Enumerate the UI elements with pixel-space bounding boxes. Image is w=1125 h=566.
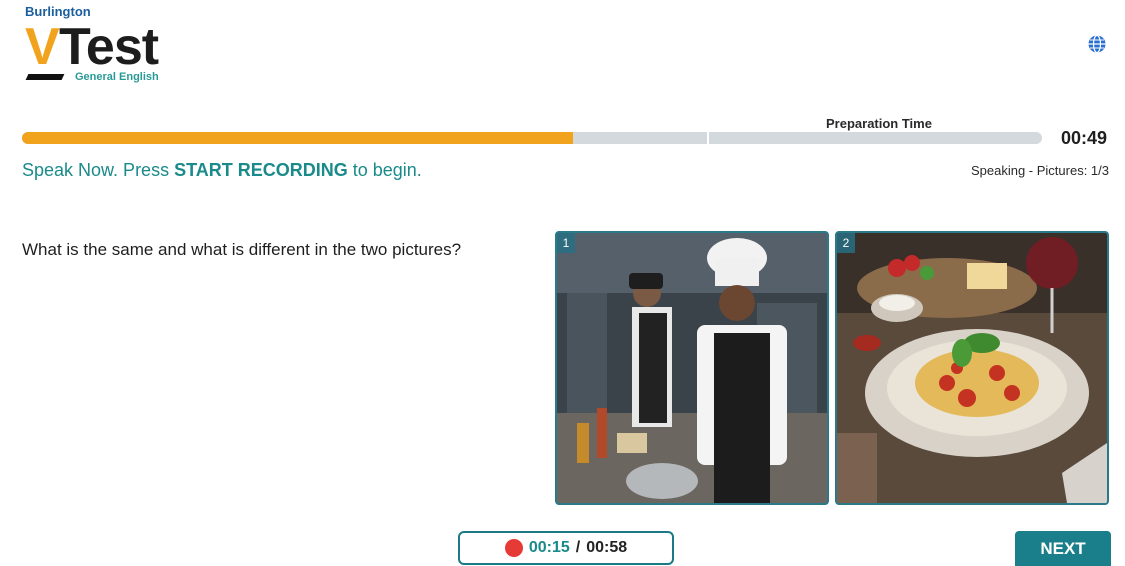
recording-separator: / xyxy=(575,539,581,556)
picture-2: 2 xyxy=(835,231,1109,505)
instruction-suffix: to begin. xyxy=(347,160,422,180)
progress-divider xyxy=(707,132,709,144)
instruction-action: START RECORDING xyxy=(174,160,348,180)
preparation-timer: 00:49 xyxy=(1061,128,1108,148)
recording-timer[interactable]: 00:15 / 00:58 xyxy=(458,531,674,565)
picture-2-number: 2 xyxy=(837,233,855,253)
recording-elapsed: 00:15 xyxy=(528,539,570,556)
record-dot-icon xyxy=(504,539,523,557)
picture-1-number: 1 xyxy=(557,233,575,253)
logo-subtitle: General English xyxy=(75,71,159,83)
instruction-text: Speak Now. Press START RECORDING to begi… xyxy=(22,160,422,181)
vtest-logo: Burlington V Test General English xyxy=(25,4,185,84)
globe-icon[interactable] xyxy=(1087,34,1107,54)
picture-1: 1 xyxy=(555,231,829,505)
next-button[interactable]: NEXT xyxy=(1015,531,1111,566)
logo-v: V xyxy=(25,18,60,76)
logo-dash xyxy=(25,74,65,80)
preparation-progress-bar xyxy=(22,132,1042,144)
logo-test: Test xyxy=(59,18,159,76)
question-text: What is the same and what is different i… xyxy=(22,240,462,259)
recording-total: 00:58 xyxy=(586,539,628,556)
progress-fill xyxy=(22,132,573,144)
logo-brand: Burlington xyxy=(25,4,91,19)
preparation-time-label: Preparation Time xyxy=(826,116,932,131)
section-progress: Speaking - Pictures: 1/3 xyxy=(970,163,1109,178)
instruction-prefix: Speak Now. Press xyxy=(22,160,175,180)
